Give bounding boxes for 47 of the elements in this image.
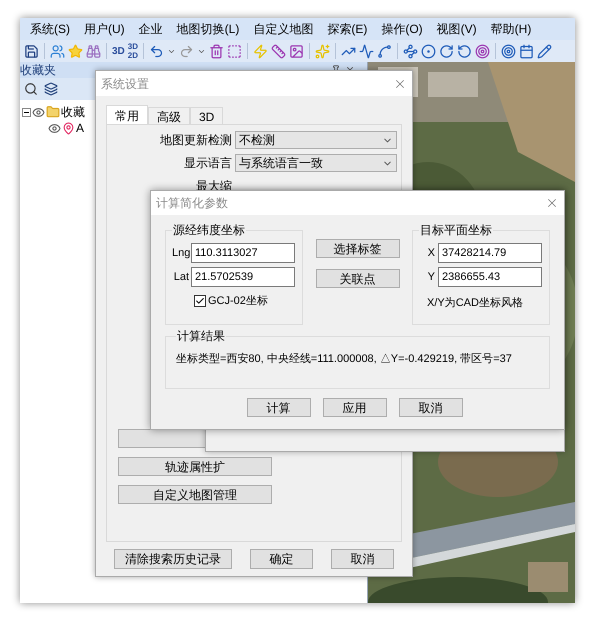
panel-title: 收藏夹: [20, 62, 56, 79]
dialog-button[interactable]: 取消: [331, 549, 394, 569]
dialog-button[interactable]: 应用: [322, 398, 386, 417]
menu-item[interactable]: 探索(E): [321, 20, 374, 38]
field-label: Lat: [172, 270, 189, 285]
dialog-button[interactable]: 取消: [398, 398, 462, 417]
field-label: Y: [426, 270, 435, 285]
dialog-button[interactable]: 关联点: [316, 269, 400, 288]
field-label: 地图更新检测: [159, 132, 233, 149]
note-text: X/Y为CAD坐标风格: [427, 296, 524, 311]
group-title: 源经纬度坐标: [172, 222, 246, 239]
checkbox-label: GCJ-02坐标: [208, 294, 268, 309]
settings-button[interactable]: 轨迹属性扩: [118, 457, 272, 476]
input-field[interactable]: 110.3113027: [191, 243, 295, 263]
input-field[interactable]: 21.5702539: [191, 267, 295, 287]
3d-2d-button[interactable]: 3D 2D: [128, 42, 138, 60]
menu-item[interactable]: 帮助(H): [484, 20, 538, 38]
menu-item[interactable]: 企业: [132, 20, 169, 38]
group-title: 计算结果: [176, 328, 226, 345]
menu-item[interactable]: 系统(S): [24, 20, 76, 38]
dropdown[interactable]: 不检测: [235, 131, 397, 149]
window-title: 系统设置: [101, 76, 149, 92]
3d-button[interactable]: 3D: [112, 44, 125, 58]
tree-item[interactable]: 收藏: [61, 103, 85, 121]
result-text: 坐标类型=西安80, 中央经线=111.000008, △Y=-0.429219, 带区号=37: [176, 352, 513, 367]
dropdown[interactable]: 与系统语言一致: [235, 154, 397, 172]
field-label: 显示语言: [183, 155, 233, 172]
menu-item[interactable]: 操作(O): [375, 20, 429, 38]
menu-item[interactable]: 地图切换(L): [170, 20, 246, 38]
menu-item[interactable]: 用户(U): [78, 20, 131, 38]
input-field[interactable]: 37428214.79: [438, 243, 542, 263]
tab[interactable]: 高级: [148, 107, 190, 124]
tab[interactable]: 3D: [190, 107, 224, 124]
field-label: X: [426, 246, 435, 261]
window-title: 计算简化参数: [156, 195, 228, 212]
group-title: 目标平面坐标: [419, 222, 493, 239]
input-field[interactable]: 2386655.43: [438, 267, 542, 287]
settings-button[interactable]: 自定义地图管理: [118, 485, 272, 504]
dialog-button[interactable]: 清除搜索历史记录: [114, 549, 232, 569]
tree-item[interactable]: A: [76, 119, 84, 137]
dialog-button[interactable]: 选择标签: [316, 239, 400, 258]
dialog-button[interactable]: 确定: [250, 549, 313, 569]
tab[interactable]: 常用: [106, 105, 148, 124]
dialog-button[interactable]: 计算: [246, 398, 310, 417]
menu-item[interactable]: 视图(V): [430, 20, 483, 38]
field-label: Lng: [172, 246, 189, 261]
menu-item[interactable]: 自定义地图: [247, 20, 320, 38]
